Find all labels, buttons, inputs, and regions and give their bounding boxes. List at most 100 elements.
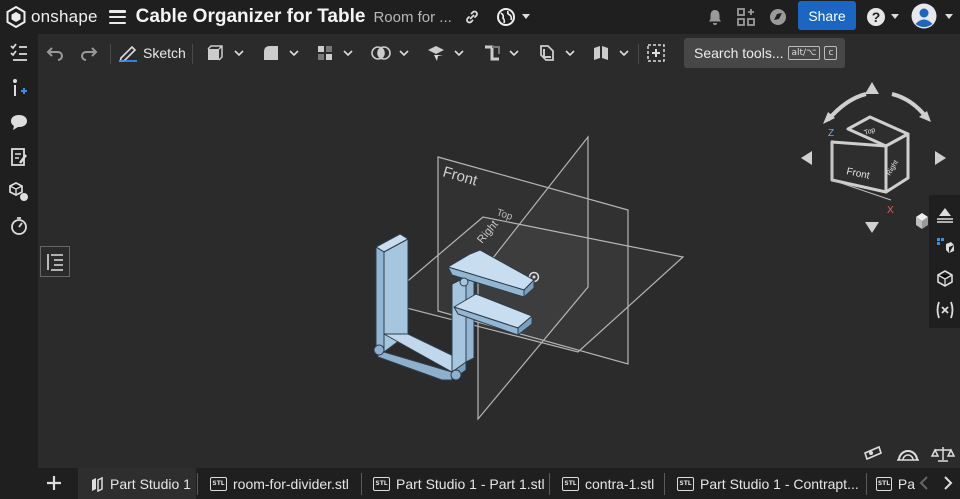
share-button[interactable]: Share xyxy=(798,1,856,30)
feature-list-icon[interactable] xyxy=(8,42,30,64)
boolean-tool[interactable] xyxy=(370,42,392,64)
mass-properties-icon[interactable] xyxy=(930,447,956,462)
comments-icon[interactable] xyxy=(8,111,30,133)
add-tab-icon[interactable] xyxy=(46,475,62,491)
sketch-label: Sketch xyxy=(143,45,186,61)
avatar[interactable] xyxy=(911,3,937,29)
rotate-right-arrow-icon xyxy=(891,92,928,119)
section-view-icon[interactable] xyxy=(897,450,919,461)
shortcut-c-key: c xyxy=(824,46,838,60)
app-store-icon[interactable] xyxy=(736,7,756,27)
parts-icon[interactable] xyxy=(8,181,30,203)
link-icon[interactable] xyxy=(464,9,480,25)
frame-tool[interactable] xyxy=(538,42,556,64)
svg-text:?: ? xyxy=(872,9,881,25)
notes-icon[interactable] xyxy=(8,146,30,168)
tab-part-studio-1-part-1[interactable]: STL Part Studio 1 - Part 1.stl xyxy=(362,468,549,499)
plane-dropdown-icon[interactable] xyxy=(454,42,464,64)
sheet-metal-icon xyxy=(485,45,500,61)
notification-bell-icon[interactable] xyxy=(706,8,724,26)
shortcut-alt-key: alt/⌥ xyxy=(787,46,821,60)
help-icon[interactable]: ? xyxy=(866,7,886,27)
boolean-dropdown-icon[interactable] xyxy=(399,42,409,64)
surface-dropdown-icon[interactable] xyxy=(619,42,629,64)
frame-icon xyxy=(540,45,554,61)
scroll-tabs-right-icon[interactable] xyxy=(942,475,954,491)
feature-list-toggle[interactable] xyxy=(40,246,70,277)
stl-icon: STL xyxy=(677,476,694,491)
pattern-icon xyxy=(318,46,332,60)
fillet-icon xyxy=(264,46,278,60)
menu-icon[interactable] xyxy=(108,10,126,24)
help-chevron-icon[interactable] xyxy=(891,14,899,20)
tab-bar: Part Studio 1 STL room-for-divider.stl S… xyxy=(0,468,960,499)
frame-dropdown-icon[interactable] xyxy=(565,42,575,64)
fillet-dropdown-icon[interactable] xyxy=(289,42,299,64)
search-tools-label: Search tools... xyxy=(694,45,784,61)
surface-tool[interactable] xyxy=(592,42,610,64)
tab-label: Pa xyxy=(897,475,915,492)
add-variable-icon[interactable] xyxy=(8,77,30,99)
surface-icon xyxy=(594,46,608,60)
right-panel xyxy=(929,195,960,328)
globe-icon[interactable] xyxy=(496,7,516,27)
top-bar: onshape Cable Organizer for Table Room f… xyxy=(0,0,960,34)
tab-label: Part Studio 1 - Contrapt... xyxy=(700,475,859,492)
sketch-pencil-icon xyxy=(119,45,137,62)
sheet-metal-tool[interactable] xyxy=(483,42,501,64)
stl-icon: STL xyxy=(210,476,227,491)
tab-truncated[interactable]: STL Pa xyxy=(867,468,915,499)
sheet-metal-dropdown-icon[interactable] xyxy=(509,42,519,64)
view-cube[interactable]: Front Top Right Z X xyxy=(801,82,946,233)
tab-contra-1[interactable]: STL contra-1.stl xyxy=(550,468,663,499)
stl-icon: STL xyxy=(562,476,579,491)
tab-label: Part Studio 1 xyxy=(110,475,191,492)
pattern-tool[interactable] xyxy=(316,42,334,64)
tab-part-studio-1[interactable]: Part Studio 1 xyxy=(78,468,196,499)
display-states-icon[interactable] xyxy=(931,263,959,293)
parts-material-icon[interactable] xyxy=(931,231,959,261)
axis-z-label: Z xyxy=(828,128,834,139)
left-sidebar xyxy=(0,34,38,499)
mate-connector-icon[interactable] xyxy=(864,445,882,461)
tab-label: Part Studio 1 - Part 1.stl xyxy=(396,475,545,492)
add-custom-feature-icon[interactable] xyxy=(646,42,666,64)
redo-icon[interactable] xyxy=(80,42,98,64)
view-right-arrow-icon xyxy=(935,151,946,165)
fillet-tool[interactable] xyxy=(262,42,280,64)
document-subtitle[interactable]: Room for ... xyxy=(373,9,451,26)
brand-name: onshape xyxy=(31,7,98,26)
stl-icon: STL xyxy=(876,476,892,491)
graphics-viewport[interactable]: Front Right Top Front Top Right Z X xyxy=(38,72,960,468)
document-title[interactable]: Cable Organizer for Table xyxy=(136,6,366,28)
account-chevron-icon[interactable] xyxy=(945,14,953,20)
tab-label: room-for-divider.stl xyxy=(233,475,349,492)
plane-tool[interactable] xyxy=(426,42,446,64)
pattern-dropdown-icon[interactable] xyxy=(343,42,353,64)
part-studio-icon xyxy=(92,476,103,492)
learning-center-icon[interactable] xyxy=(768,7,788,27)
scroll-tabs-left-icon[interactable] xyxy=(918,475,930,491)
onshape-logo[interactable]: onshape xyxy=(6,6,98,28)
model-canvas[interactable]: Front Right Top Front Top Right Z X xyxy=(38,72,960,468)
chevron-down-icon[interactable] xyxy=(521,14,530,20)
plane-icon xyxy=(428,46,444,61)
undo-icon[interactable] xyxy=(46,42,64,64)
stl-icon: STL xyxy=(373,476,390,491)
boolean-icon xyxy=(371,46,391,60)
measure-timer-icon[interactable] xyxy=(8,215,30,237)
extrude-tool[interactable] xyxy=(206,42,224,64)
view-up-arrow-icon xyxy=(865,82,879,94)
axis-x-label: X xyxy=(887,205,894,216)
view-down-arrow-icon xyxy=(865,222,879,233)
tab-part-studio-1-contrapt[interactable]: STL Part Studio 1 - Contrapt... xyxy=(665,468,865,499)
view-options-cube-icon[interactable] xyxy=(916,213,928,229)
sketch-button[interactable]: Sketch xyxy=(118,42,186,64)
appearance-icon[interactable] xyxy=(931,199,959,229)
search-tools-input[interactable]: Search tools... alt/⌥ c xyxy=(684,38,845,68)
variable-table-icon[interactable] xyxy=(931,295,959,325)
tab-room-for-divider[interactable]: STL room-for-divider.stl xyxy=(198,468,361,499)
extrude-dropdown-icon[interactable] xyxy=(234,42,244,64)
feature-toolbar: Sketch Search tools... alt/⌥ c xyxy=(38,34,960,72)
onshape-logo-icon xyxy=(6,6,26,28)
